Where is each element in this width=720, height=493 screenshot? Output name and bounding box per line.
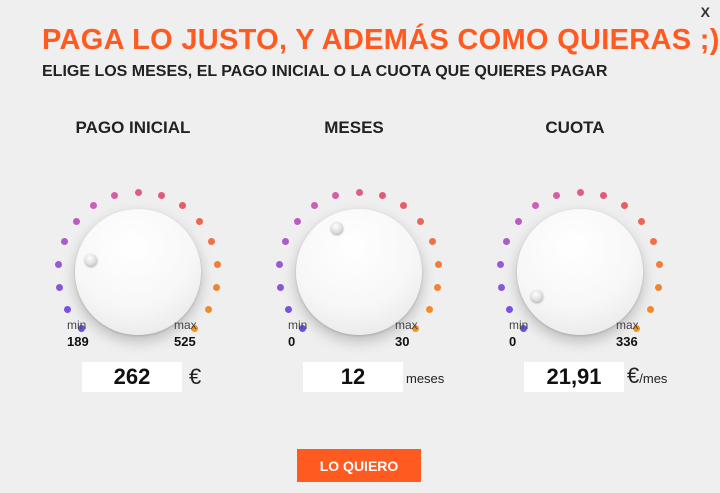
dial-dot <box>293 217 301 225</box>
dial-dot <box>378 191 386 199</box>
max-value: 525 <box>174 334 196 349</box>
dial-dot <box>54 260 62 268</box>
dial-dot <box>532 201 540 209</box>
unit-label: €/mes <box>627 363 667 389</box>
dial-dot <box>56 284 64 292</box>
dial-dot <box>654 284 662 292</box>
min-indicator: min 0 <box>288 318 307 349</box>
dial-dot <box>281 237 289 245</box>
knob[interactable] <box>75 209 201 335</box>
dial-dot <box>277 284 285 292</box>
dial-dot <box>576 188 584 196</box>
min-value: 0 <box>509 334 517 349</box>
dial-dot <box>426 306 434 314</box>
dial-dot <box>435 260 443 268</box>
knob[interactable] <box>517 209 643 335</box>
dial-dot <box>332 191 340 199</box>
max-label: max <box>395 318 418 332</box>
page-title: PAGA LO JUSTO, Y ADEMÁS COMO QUIERAS ;) <box>42 24 720 56</box>
pago-inicial-input[interactable]: 262 <box>82 362 182 392</box>
dial-dot <box>514 217 522 225</box>
dial-dot <box>90 201 98 209</box>
dial-dot <box>355 188 363 196</box>
dial-dot <box>429 237 437 245</box>
max-indicator: max 336 <box>616 318 639 349</box>
max-value: 336 <box>616 334 638 349</box>
dial-label: CUOTA <box>545 118 605 137</box>
knob-dial[interactable] <box>465 153 685 335</box>
dial-dot <box>72 217 80 225</box>
max-label: max <box>174 318 197 332</box>
dial-dot <box>399 201 407 209</box>
min-indicator: min 0 <box>509 318 528 349</box>
dial-label: MESES <box>324 118 384 137</box>
knob[interactable] <box>296 209 422 335</box>
max-indicator: max 525 <box>174 318 197 349</box>
min-indicator: min 189 <box>67 318 89 349</box>
max-value: 30 <box>395 334 410 349</box>
dial-dot <box>208 237 216 245</box>
max-indicator: max 30 <box>395 318 418 349</box>
dial-dot <box>638 217 646 225</box>
dial-dot <box>60 237 68 245</box>
unit-suffix: /mes <box>639 371 668 386</box>
dial-dot <box>553 191 561 199</box>
meses-input[interactable]: 12 <box>303 362 403 392</box>
dial-dot <box>214 260 222 268</box>
dial-dot <box>205 306 213 314</box>
min-label: min <box>288 318 308 332</box>
dial-dot <box>502 237 510 245</box>
dial-dot <box>311 201 319 209</box>
min-label: min <box>509 318 529 332</box>
dial-dot <box>111 191 119 199</box>
dial-label: PAGO INICIAL <box>75 118 191 137</box>
dial-dot <box>498 284 506 292</box>
dial-dot <box>284 306 292 314</box>
dial-dot <box>496 260 504 268</box>
dial-dot <box>599 191 607 199</box>
dial-dot <box>647 306 655 314</box>
knob-handle[interactable] <box>531 289 544 302</box>
min-value: 0 <box>288 334 296 349</box>
dial-dot <box>505 306 513 314</box>
close-button[interactable]: X <box>701 4 710 20</box>
dial-dot <box>212 284 220 292</box>
unit-currency: € <box>627 363 640 388</box>
dial-dot <box>178 201 186 209</box>
dial-dot <box>157 191 165 199</box>
dial-dot <box>650 237 658 245</box>
min-label: min <box>67 318 87 332</box>
page-subtitle: ELIGE LOS MESES, EL PAGO INICIAL O LA CU… <box>42 63 608 80</box>
max-label: max <box>616 318 639 332</box>
dial-dot <box>656 260 664 268</box>
dial-dot <box>134 188 142 196</box>
knob-handle[interactable] <box>84 253 97 266</box>
knob-dial[interactable] <box>244 153 464 335</box>
lo-quiero-button[interactable]: LO QUIERO <box>297 449 421 482</box>
dial-dot <box>433 284 441 292</box>
cuota-input[interactable]: 21,91 <box>524 362 624 392</box>
dial-dot <box>63 306 71 314</box>
dial-dot <box>275 260 283 268</box>
knob-handle[interactable] <box>330 222 343 235</box>
knob-dial[interactable] <box>23 153 243 335</box>
unit-label: € <box>189 364 202 389</box>
min-value: 189 <box>67 334 89 349</box>
unit-label: meses <box>406 371 445 386</box>
dial-dot <box>620 201 628 209</box>
dial-dot <box>196 217 204 225</box>
dial-dot <box>417 217 425 225</box>
